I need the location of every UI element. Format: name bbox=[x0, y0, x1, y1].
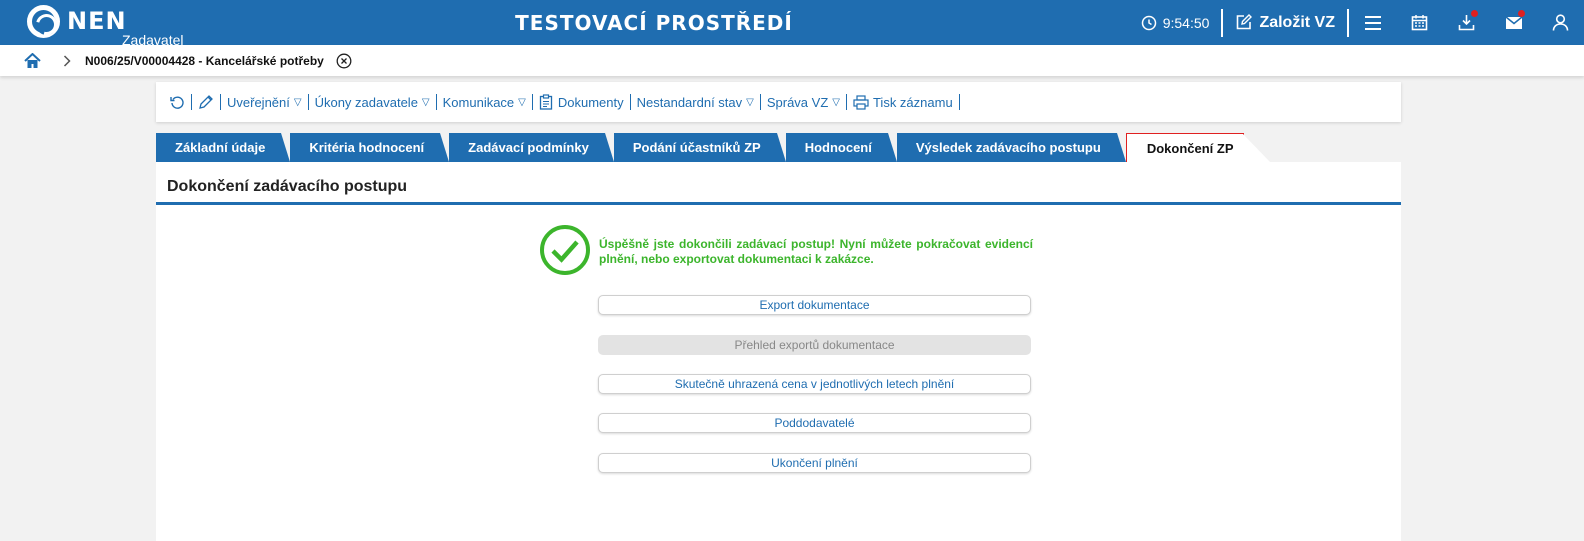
downloads-button[interactable] bbox=[1443, 0, 1490, 45]
success-message: Úspěšně jste dokončili zadávací postup! … bbox=[599, 237, 1033, 266]
end-performance-button[interactable]: Ukončení plnění bbox=[598, 453, 1031, 473]
breadcrumb-item[interactable]: N006/25/V00004428 - Kancelářské potřeby bbox=[85, 54, 324, 68]
printer-icon bbox=[853, 94, 869, 110]
dropdown-triangle-icon: ▽ bbox=[832, 96, 840, 108]
create-contract-button[interactable]: Založit VZ bbox=[1223, 14, 1347, 32]
create-contract-label: Založit VZ bbox=[1259, 13, 1335, 31]
user-icon bbox=[1552, 14, 1569, 31]
dropdown-triangle-icon: ▽ bbox=[518, 96, 526, 108]
mail-icon bbox=[1505, 15, 1522, 29]
chevron-right-icon bbox=[63, 54, 71, 67]
tab-evaluation[interactable]: Hodnocení bbox=[785, 133, 898, 162]
dropdown-triangle-icon: ▽ bbox=[421, 96, 430, 108]
menu-label: Úkony zadavatele bbox=[314, 94, 418, 110]
success-message-box: Úspěšně jste dokončili zadávací postup! … bbox=[539, 224, 1033, 276]
refresh-icon bbox=[170, 96, 184, 109]
close-circle-icon bbox=[336, 53, 352, 68]
clipboard-icon bbox=[539, 94, 553, 110]
tab-evaluation-criteria[interactable]: Kritéria hodnocení bbox=[290, 133, 450, 162]
menu-contract-management[interactable]: Správa VZ ▽ bbox=[761, 95, 846, 110]
session-timer: 9:54:50 bbox=[1141, 14, 1210, 31]
menu-publication[interactable]: Uveřejnění ▽ bbox=[221, 95, 308, 110]
dropdown-triangle-icon: ▽ bbox=[746, 96, 754, 108]
menu-button[interactable] bbox=[1349, 0, 1396, 45]
tab-bar: Základní údaje Kritéria hodnocení Zadáva… bbox=[156, 133, 1271, 163]
tab-basic-info[interactable]: Základní údaje bbox=[156, 133, 291, 162]
clock-icon bbox=[1141, 15, 1156, 30]
pencil-icon bbox=[199, 95, 213, 109]
menu-communication[interactable]: Komunikace ▽ bbox=[437, 95, 532, 110]
menu-icon bbox=[1364, 15, 1381, 30]
menu-contracting-actions[interactable]: Úkony zadavatele ▽ bbox=[309, 95, 436, 110]
menu-print-record[interactable]: Tisk záznamu bbox=[847, 95, 959, 110]
title-underline bbox=[156, 202, 1401, 205]
export-overview-button: Přehled exportů dokumentace bbox=[598, 335, 1031, 355]
edit-icon bbox=[1237, 14, 1253, 30]
tab-tender-conditions[interactable]: Zadávací podmínky bbox=[449, 133, 614, 162]
export-documentation-button[interactable]: Export dokumentace bbox=[598, 295, 1031, 315]
notification-dot bbox=[1471, 10, 1478, 17]
user-button[interactable] bbox=[1537, 0, 1584, 45]
check-circle-icon bbox=[540, 225, 590, 275]
close-breadcrumb-button[interactable] bbox=[336, 53, 352, 69]
menu-nonstandard-state[interactable]: Nestandardní stav ▽ bbox=[631, 95, 760, 110]
tab-completion[interactable]: Dokončení ZP bbox=[1125, 133, 1271, 163]
menu-label: Uveřejnění bbox=[227, 94, 290, 110]
page-title: Dokončení zadávacího postupu bbox=[167, 178, 408, 195]
notification-dot bbox=[1518, 10, 1525, 17]
menu-label: Dokumenty bbox=[557, 94, 624, 110]
top-bar: NEN Zadavatel TESTOVACÍ PROSTŘEDÍ 9:54:5… bbox=[0, 0, 1584, 48]
time-display: 9:54:50 bbox=[1162, 14, 1210, 31]
menu-label: Komunikace bbox=[442, 94, 515, 110]
dropdown-triangle-icon: ▽ bbox=[293, 96, 302, 108]
subcontractors-button[interactable]: Poddodavatelé bbox=[598, 413, 1031, 433]
breadcrumb: N006/25/V00004428 - Kancelářské potřeby bbox=[0, 45, 1584, 76]
edit-button[interactable] bbox=[192, 94, 220, 110]
refresh-button[interactable] bbox=[164, 95, 191, 110]
actual-price-button[interactable]: Skutečně uhrazená cena v jednotlivých le… bbox=[598, 374, 1031, 394]
completion-panel: Dokončení zadávacího postupu Úspěšně jst… bbox=[156, 162, 1401, 541]
messages-button[interactable] bbox=[1490, 0, 1537, 45]
menu-label: Nestandardní stav bbox=[636, 94, 743, 110]
menu-label: Tisk záznamu bbox=[872, 94, 953, 110]
calendar-button[interactable] bbox=[1396, 0, 1443, 45]
calendar-icon bbox=[1411, 15, 1428, 31]
toolbar-divider bbox=[958, 94, 960, 110]
home-button[interactable] bbox=[24, 52, 41, 69]
environment-title: TESTOVACÍ PROSTŘEDÍ bbox=[515, 11, 793, 35]
menu-label: Správa VZ bbox=[766, 94, 829, 110]
tab-procedure-result[interactable]: Výsledek zadávacího postupu bbox=[896, 133, 1126, 162]
menu-documents[interactable]: Dokumenty bbox=[533, 94, 630, 110]
tab-submissions[interactable]: Podání účastníků ZP bbox=[613, 133, 786, 162]
action-toolbar: Uveřejnění ▽ Úkony zadavatele ▽ Komunikace… bbox=[156, 82, 1401, 122]
home-icon bbox=[24, 52, 41, 68]
